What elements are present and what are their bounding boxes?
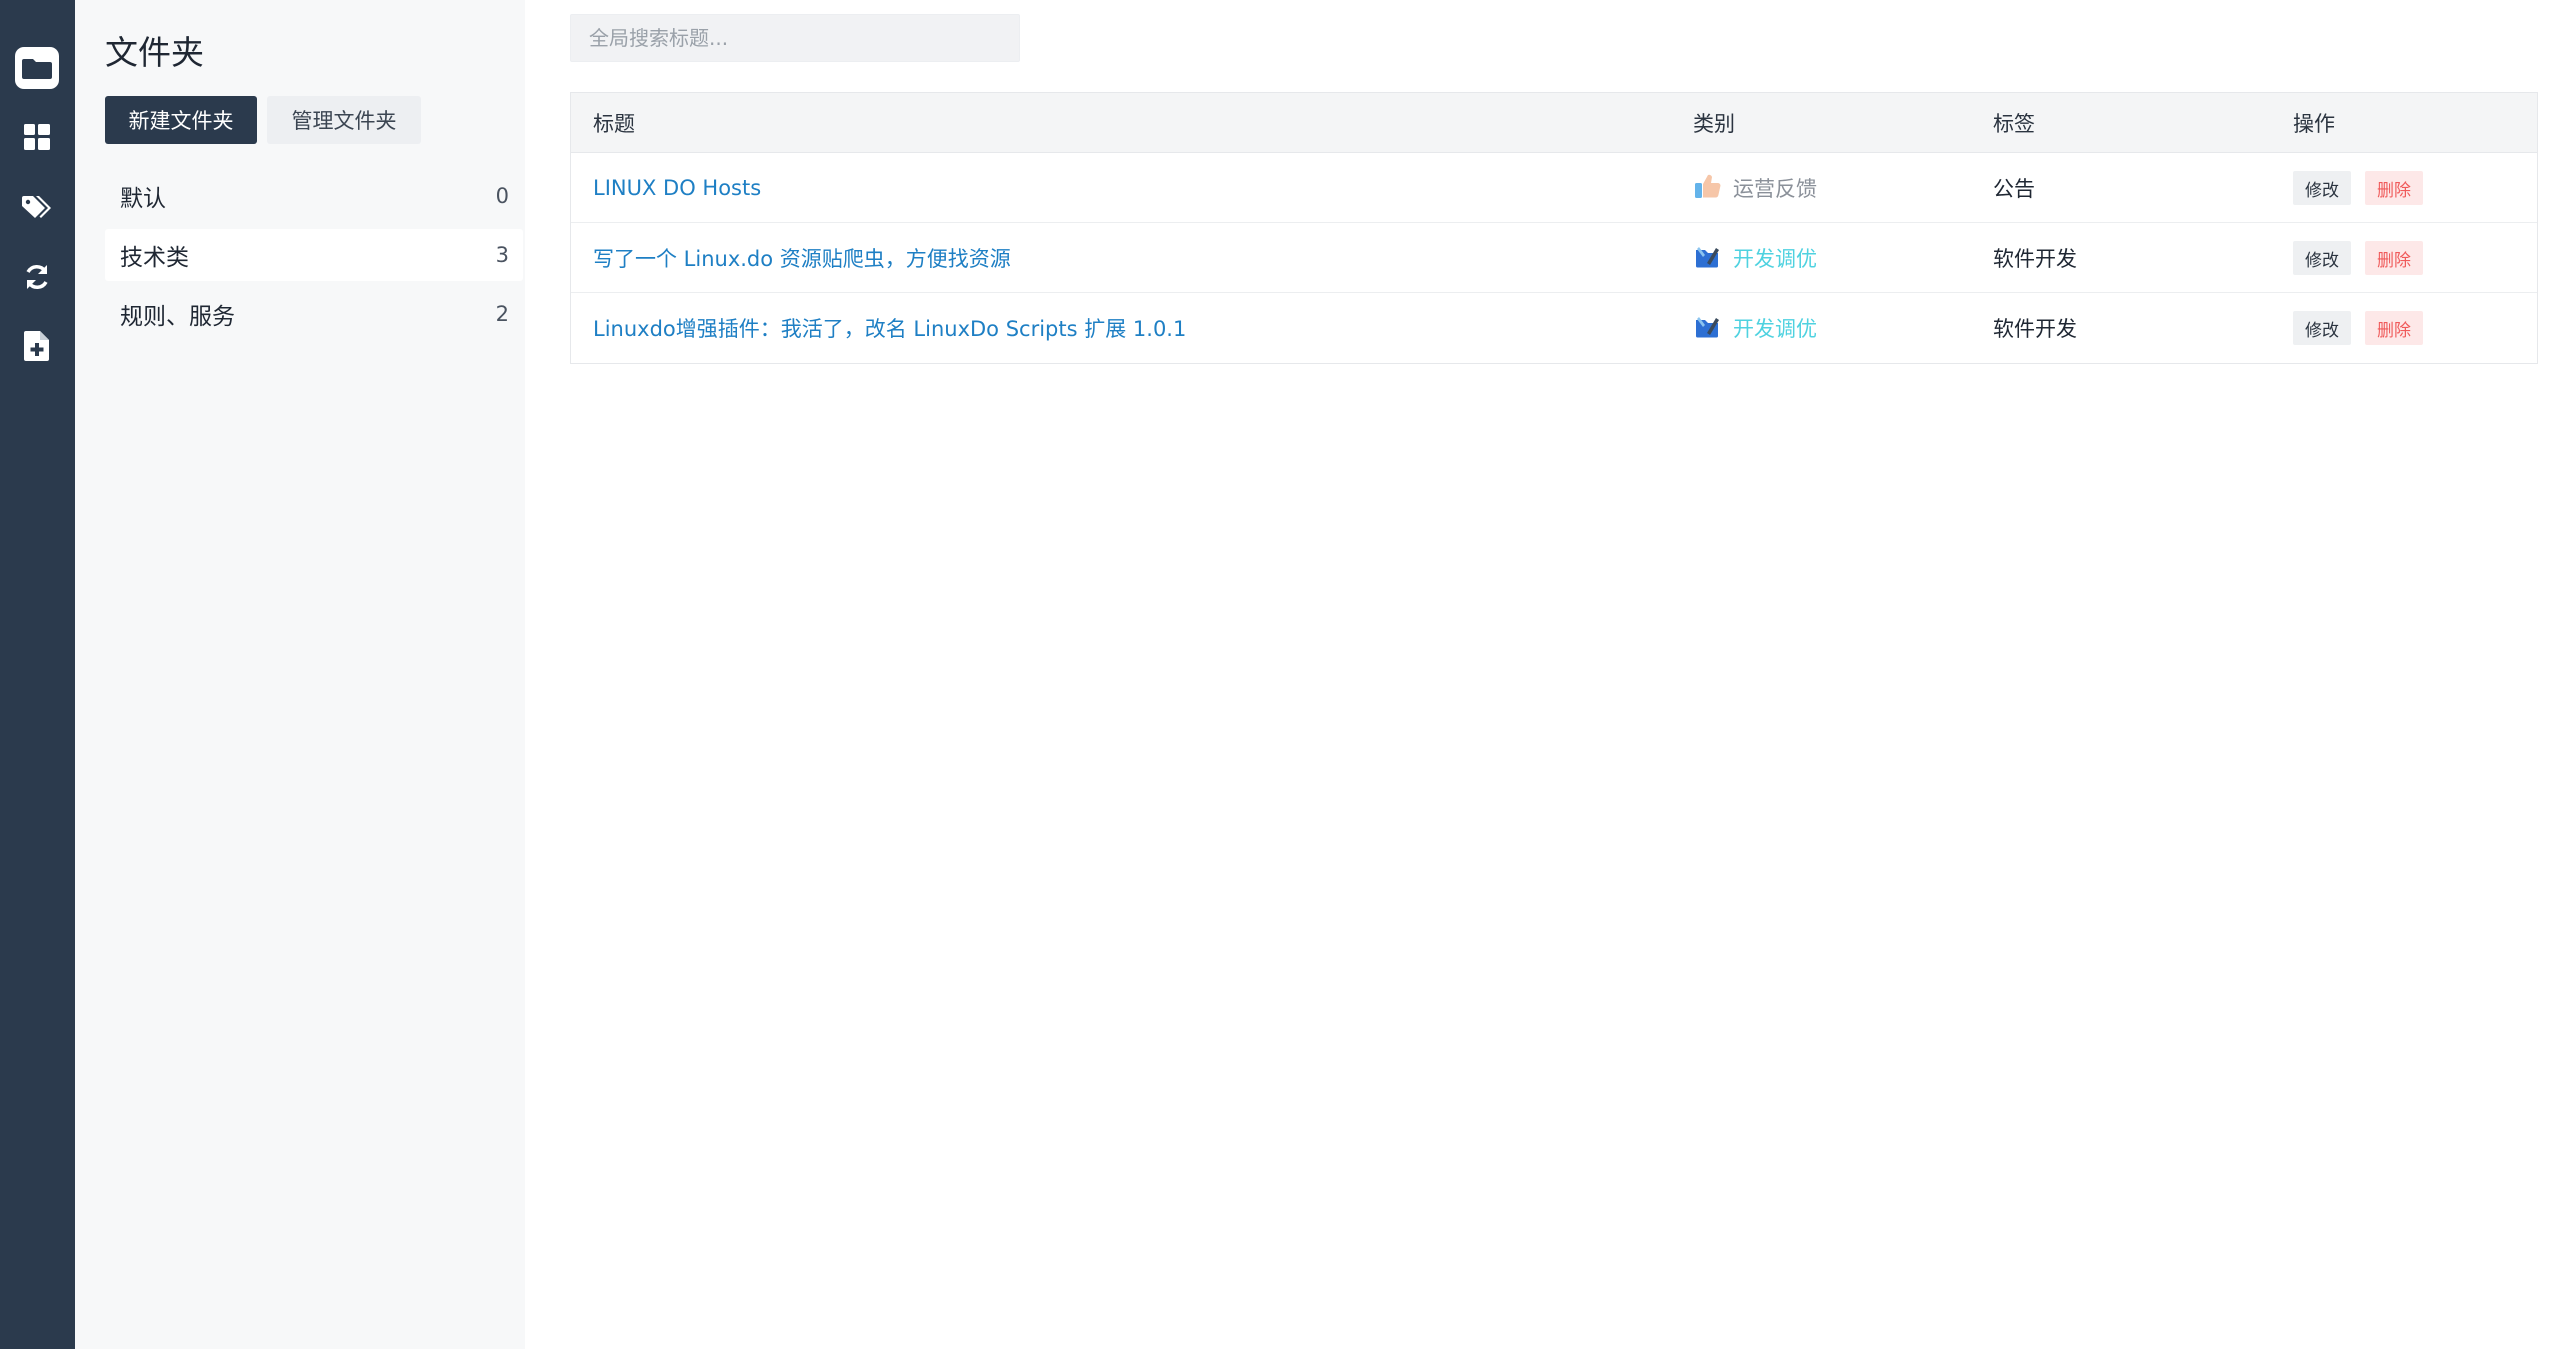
row-category-label: 运营反馈 xyxy=(1733,177,1817,201)
folder-panel: 文件夹 新建文件夹 管理文件夹 默认 0 技术类 3 规则、服务 2 xyxy=(75,0,525,1349)
row-title-link[interactable]: 写了一个 Linux.do 资源贴爬虫，方便找资源 xyxy=(593,243,1011,273)
folder-item-tech[interactable]: 技术类 3 xyxy=(105,229,523,281)
delete-button[interactable]: 删除 xyxy=(2365,241,2423,275)
dev-tools-icon xyxy=(1693,313,1721,344)
header-tag: 标签 xyxy=(1993,112,2035,136)
manage-folders-button[interactable]: 管理文件夹 xyxy=(267,96,421,144)
table-row: LINUX DO Hosts 运营反馈 公告 修改 删除 xyxy=(571,153,2537,223)
row-tag: 公告 xyxy=(1993,177,2035,201)
row-category-label: 开发调优 xyxy=(1733,247,1817,271)
table-row: Linuxdo增强插件：我活了，改名 LinuxDo Scripts 扩展 1.… xyxy=(571,293,2537,363)
folder-item-count: 2 xyxy=(495,302,509,326)
row-category-label: 开发调优 xyxy=(1733,317,1817,341)
header-title: 标题 xyxy=(593,112,635,136)
row-category: 开发调优 xyxy=(1693,223,1817,293)
add-file-icon[interactable] xyxy=(13,322,61,370)
folder-icon[interactable] xyxy=(13,44,61,92)
folder-item-label: 规则、服务 xyxy=(120,304,235,330)
header-actions: 操作 xyxy=(2293,112,2335,136)
tags-icon[interactable] xyxy=(13,184,61,232)
app-window: 文件夹 新建文件夹 管理文件夹 默认 0 技术类 3 规则、服务 2 标题 类别 xyxy=(0,0,2562,1349)
folder-panel-title: 文件夹 xyxy=(105,33,204,72)
folder-item-label: 技术类 xyxy=(120,245,189,271)
new-folder-button[interactable]: 新建文件夹 xyxy=(105,96,257,144)
row-category: 开发调优 xyxy=(1693,293,1817,363)
bookmark-table: 标题 类别 标签 操作 LINUX DO Hosts 运营反馈 公告 修改 删除… xyxy=(570,92,2538,364)
edit-button[interactable]: 修改 xyxy=(2293,311,2351,345)
folder-list: 默认 0 技术类 3 规则、服务 2 xyxy=(105,170,523,347)
table-header: 标题 类别 标签 操作 xyxy=(571,93,2537,153)
edit-button[interactable]: 修改 xyxy=(2293,171,2351,205)
folder-item-label: 默认 xyxy=(120,186,166,212)
folder-item-count: 0 xyxy=(495,184,509,208)
icon-rail xyxy=(0,0,75,1349)
row-category: 运营反馈 xyxy=(1693,153,1817,223)
sync-icon[interactable] xyxy=(13,253,61,301)
row-actions: 修改 删除 xyxy=(2293,153,2423,223)
dashboard-icon[interactable] xyxy=(13,113,61,161)
row-tag: 软件开发 xyxy=(1993,317,2077,341)
folder-item-rules-services[interactable]: 规则、服务 2 xyxy=(105,288,523,340)
folder-item-default[interactable]: 默认 0 xyxy=(105,170,523,222)
row-actions: 修改 删除 xyxy=(2293,293,2423,363)
table-row: 写了一个 Linux.do 资源贴爬虫，方便找资源 开发调优 软件开发 修改 删… xyxy=(571,223,2537,293)
row-title-link[interactable]: LINUX DO Hosts xyxy=(593,176,761,200)
header-category: 类别 xyxy=(1693,112,1735,136)
thumbs-up-icon xyxy=(1693,173,1721,204)
folder-item-count: 3 xyxy=(495,243,509,267)
edit-button[interactable]: 修改 xyxy=(2293,241,2351,275)
main-content: 标题 类别 标签 操作 LINUX DO Hosts 运营 xyxy=(525,0,2560,1349)
row-title-link[interactable]: Linuxdo增强插件：我活了，改名 LinuxDo Scripts 扩展 1.… xyxy=(593,313,1186,343)
row-actions: 修改 删除 xyxy=(2293,223,2423,293)
delete-button[interactable]: 删除 xyxy=(2365,311,2423,345)
delete-button[interactable]: 删除 xyxy=(2365,171,2423,205)
dev-tools-icon xyxy=(1693,243,1721,274)
row-tag: 软件开发 xyxy=(1993,247,2077,271)
global-search-input[interactable] xyxy=(570,14,1020,62)
